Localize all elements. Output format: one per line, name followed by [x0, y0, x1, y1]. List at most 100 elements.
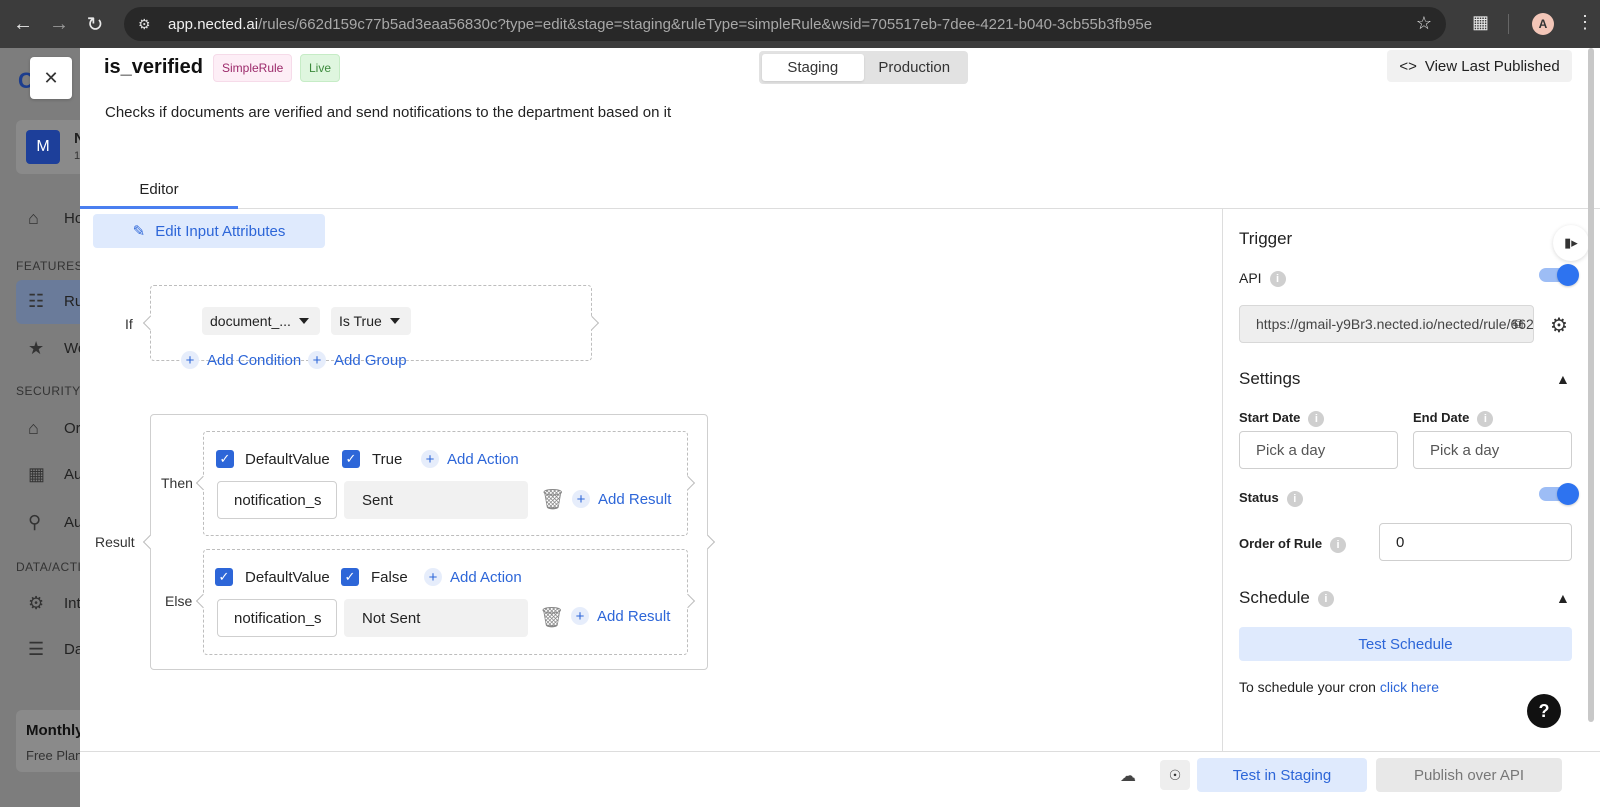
- end-date-input[interactable]: Pick a day: [1413, 431, 1572, 469]
- stage-production[interactable]: Production: [864, 54, 966, 81]
- edit-input-attributes-button[interactable]: ✎ Edit Input Attributes: [93, 214, 325, 248]
- end-date-label: End Date i: [1413, 410, 1494, 427]
- stage-staging[interactable]: Staging: [762, 54, 864, 81]
- address-bar[interactable]: ⚙ app.nected.ai/rules/662d159c77b5ad3eaa…: [124, 7, 1446, 41]
- publish-over-api-button[interactable]: Publish over API: [1376, 758, 1562, 792]
- bg-section-security: SECURITY: [16, 384, 80, 398]
- else-add-result-button[interactable]: + Add Result: [571, 607, 670, 625]
- test-in-staging-button[interactable]: Test in Staging: [1197, 758, 1367, 792]
- add-result-label: Add Result: [597, 607, 671, 625]
- trigger-heading: Trigger: [1239, 229, 1293, 248]
- bg-section-data: DATA/ACTI: [16, 560, 80, 574]
- rule-title: is_verified: [104, 56, 203, 78]
- audit-icon: ▦: [28, 464, 46, 484]
- forward-icon[interactable]: →: [41, 6, 77, 42]
- api-toggle[interactable]: [1539, 264, 1579, 286]
- add-action-label: Add Action: [450, 568, 522, 586]
- stage-switch: Staging Production: [759, 51, 968, 84]
- test-schedule-button[interactable]: Test Schedule: [1239, 627, 1572, 661]
- org-icon: ⌂: [28, 418, 39, 438]
- plus-icon: +: [424, 568, 442, 586]
- else-value-checkbox[interactable]: ✓: [341, 568, 359, 586]
- else-result-value[interactable]: Not Sent: [344, 599, 528, 637]
- copy-icon[interactable]: ⧉: [1513, 315, 1523, 332]
- plug-icon: ⚙: [28, 593, 45, 613]
- order-of-rule-input[interactable]: 0: [1379, 523, 1572, 561]
- status-label: Status i: [1239, 490, 1303, 507]
- end-date-label-text: End Date: [1413, 410, 1470, 425]
- then-result-value[interactable]: Sent: [344, 481, 528, 519]
- then-label: Then: [161, 475, 193, 491]
- plus-icon: +: [308, 351, 326, 369]
- add-group-button[interactable]: + Add Group: [308, 351, 407, 369]
- trash-icon[interactable]: 🗑: [539, 605, 564, 630]
- bg-nav-keys: ⚲ Au: [28, 512, 80, 533]
- collapse-sidebar-icon[interactable]: ▮▸: [1553, 225, 1589, 261]
- site-settings-icon[interactable]: ⚙: [138, 16, 158, 33]
- then-add-action-button[interactable]: + Add Action: [421, 450, 519, 468]
- start-date-label: Start Date i: [1239, 410, 1325, 427]
- chevron-up-icon[interactable]: ▲: [1556, 371, 1570, 387]
- bookmark-star-icon[interactable]: ☆: [1416, 13, 1432, 34]
- else-add-action-button[interactable]: + Add Action: [424, 568, 522, 586]
- then-result-field[interactable]: notification_s: [217, 481, 337, 519]
- tab-editor[interactable]: Editor: [80, 172, 238, 209]
- then-value-checkbox[interactable]: ✓: [342, 450, 360, 468]
- chevron-up-icon[interactable]: ▲: [1556, 590, 1570, 606]
- back-icon[interactable]: ←: [5, 6, 41, 42]
- result-label: Result: [95, 534, 135, 550]
- rule-status-badge: Live: [300, 54, 341, 82]
- status-toggle[interactable]: [1539, 483, 1579, 505]
- add-condition-button[interactable]: + Add Condition: [181, 351, 301, 369]
- condition-operator-dropdown[interactable]: Is True: [331, 307, 411, 335]
- profile-avatar[interactable]: A: [1532, 13, 1554, 35]
- workflow-icon: ★: [28, 338, 45, 358]
- plus-icon: +: [572, 490, 590, 508]
- plan-title: Monthly: [26, 722, 80, 739]
- extensions-icon[interactable]: ▦: [1472, 12, 1489, 33]
- add-result-label: Add Result: [598, 490, 672, 508]
- chevron-down-icon: [389, 318, 400, 324]
- schedule-heading: Schedule i: [1239, 588, 1334, 608]
- bug-icon[interactable]: ☉: [1160, 760, 1190, 790]
- chevron-down-icon: [298, 318, 309, 324]
- api-url-field[interactable]: https://gmail-y9Br3.nected.io/nected/rul…: [1239, 305, 1534, 343]
- then-add-result-button[interactable]: + Add Result: [572, 490, 671, 508]
- bg-nav-label: Ru: [64, 293, 80, 310]
- close-icon[interactable]: ✕: [30, 57, 72, 99]
- start-date-input[interactable]: Pick a day: [1239, 431, 1398, 469]
- plan-sub: Free Plan: [26, 748, 80, 763]
- info-icon: i: [1330, 536, 1347, 553]
- edit-input-attributes-label: Edit Input Attributes: [155, 222, 286, 240]
- bg-nav-label: Int: [64, 595, 80, 612]
- bottom-action-bar: ☁ ☉ Test in Staging Publish over API: [80, 751, 1600, 807]
- status-label-text: Status: [1239, 490, 1279, 505]
- browser-menu-icon[interactable]: ⋮: [1576, 12, 1594, 33]
- reload-icon[interactable]: ↻: [77, 6, 113, 42]
- bg-nav-label: Or: [64, 420, 80, 437]
- else-value-label: False: [371, 569, 408, 586]
- plan-card: Monthly Free Plan: [16, 710, 80, 772]
- help-button[interactable]: ?: [1527, 694, 1561, 728]
- cloud-icon[interactable]: ☁: [1120, 766, 1136, 786]
- else-default-value-checkbox[interactable]: ✓: [215, 568, 233, 586]
- cron-link[interactable]: click here: [1380, 679, 1439, 695]
- rule-description: Checks if documents are verified and sen…: [105, 104, 672, 121]
- condition-attribute-dropdown[interactable]: document_...: [202, 307, 320, 335]
- rule-editor: ✎ Edit Input Attributes If document_... …: [80, 209, 1223, 751]
- view-last-published-button[interactable]: <> View Last Published: [1387, 50, 1572, 82]
- then-default-value-checkbox[interactable]: ✓: [216, 450, 234, 468]
- toolbar-divider: [1508, 14, 1509, 34]
- then-value-label: True: [372, 451, 403, 468]
- plus-icon: +: [421, 450, 439, 468]
- panel-scrollbar[interactable]: [1588, 48, 1594, 722]
- schedule-heading-text: Schedule: [1239, 588, 1310, 607]
- rules-icon: ☷: [28, 291, 45, 311]
- bg-nav-org: ⌂ Or: [28, 418, 80, 439]
- order-of-rule-label-text: Order of Rule: [1239, 536, 1323, 551]
- trash-icon[interactable]: 🗑: [540, 487, 565, 512]
- url-path: /rules/662d159c77b5ad3eaa56830c?type=edi…: [258, 15, 1153, 33]
- else-result-field[interactable]: notification_s: [217, 599, 337, 637]
- gear-icon[interactable]: ⚙: [1550, 313, 1568, 338]
- bg-section-features: FEATURES: [16, 259, 80, 273]
